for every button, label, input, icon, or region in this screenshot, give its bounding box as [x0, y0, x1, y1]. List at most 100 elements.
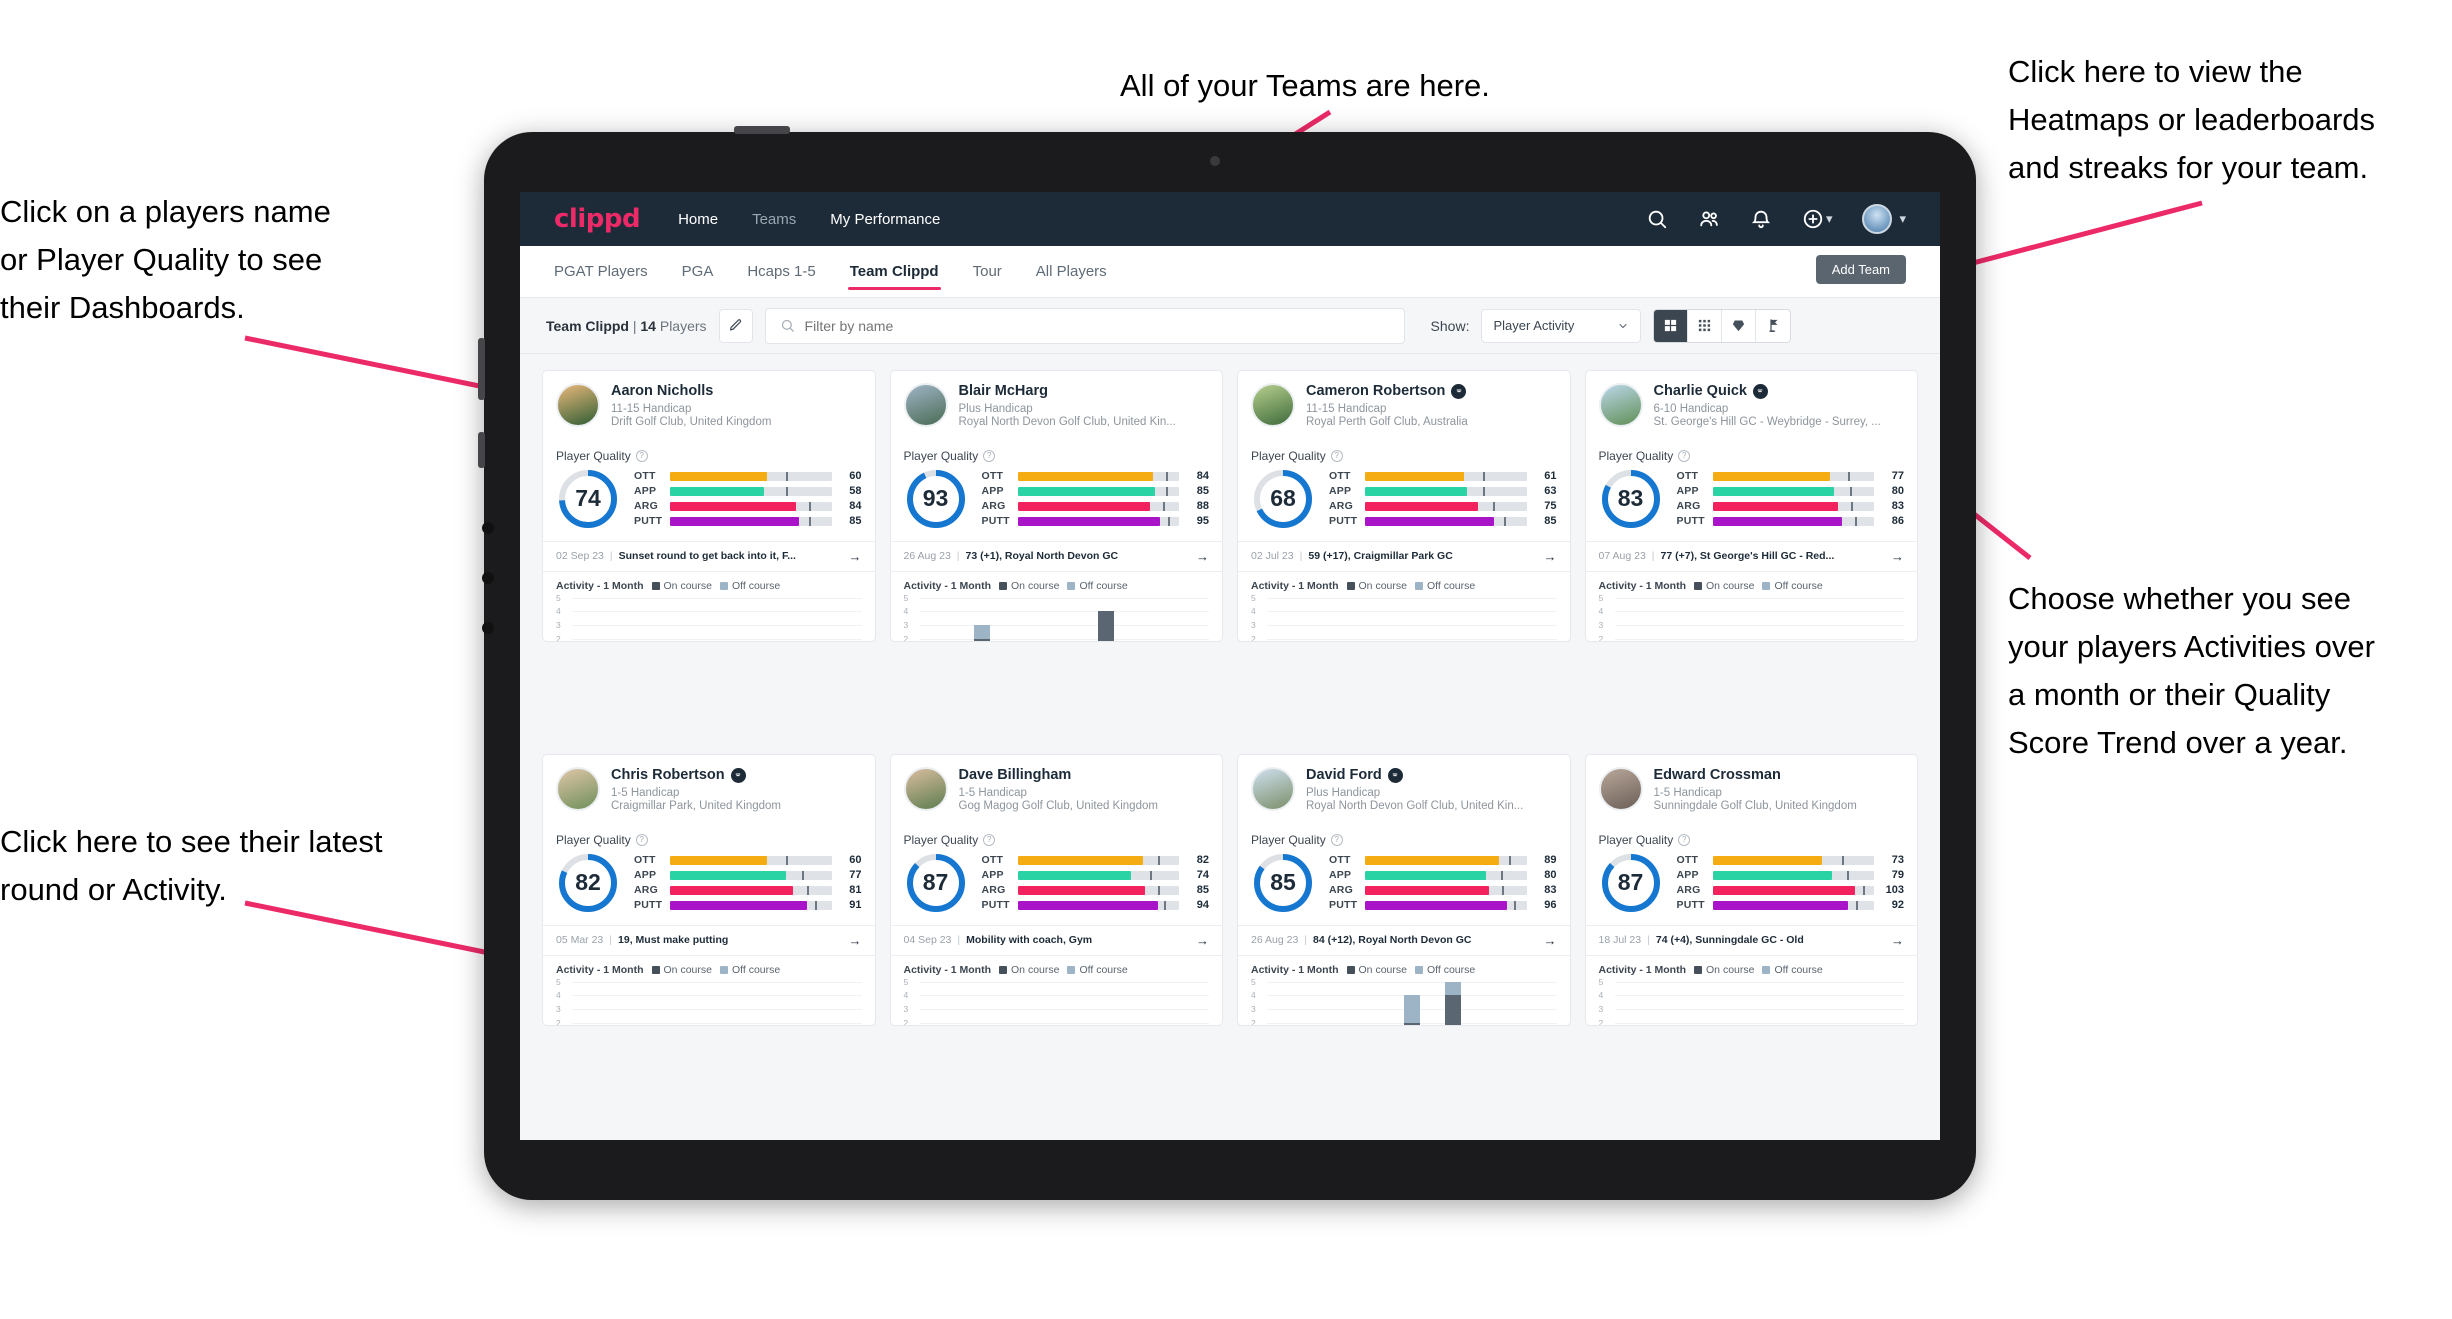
- nav-link-home[interactable]: Home: [678, 211, 718, 228]
- quality-ring[interactable]: 87: [1599, 851, 1663, 915]
- arrow-right-icon[interactable]: →: [1885, 549, 1904, 564]
- player-card[interactable]: Blair McHarg Plus Handicap Royal North D…: [889, 370, 1223, 642]
- search-icon[interactable]: [1646, 208, 1668, 230]
- player-header[interactable]: Edward Crossman 1-5 Handicap Sunningdale…: [1586, 755, 1918, 824]
- quality-ring[interactable]: 82: [556, 851, 620, 915]
- player-quality-title[interactable]: Player Quality ?: [543, 824, 875, 849]
- latest-round-row[interactable]: 04 Sep 23 | Mobility with coach, Gym →: [890, 924, 1222, 956]
- grid-large-icon[interactable]: [1654, 309, 1689, 342]
- help-icon[interactable]: ?: [1678, 449, 1691, 462]
- player-name[interactable]: Edward Crossman: [1654, 767, 1905, 784]
- help-icon[interactable]: ?: [1330, 449, 1343, 462]
- player-avatar[interactable]: [1598, 767, 1643, 811]
- player-avatar[interactable]: [1598, 383, 1643, 427]
- flag-icon[interactable]: [1756, 310, 1790, 342]
- player-quality-title[interactable]: Player Quality ?: [891, 824, 1223, 849]
- player-quality-title[interactable]: Player Quality ?: [1238, 440, 1570, 465]
- player-card[interactable]: Charlie Quick 6-10 Handicap St. George's…: [1584, 370, 1918, 642]
- clippd-logo[interactable]: clippd: [554, 204, 641, 234]
- nav-link-my-performance[interactable]: My Performance: [830, 211, 940, 228]
- player-name[interactable]: Blair McHarg: [959, 383, 1210, 400]
- metric-value: 83: [1544, 884, 1557, 897]
- help-icon[interactable]: ?: [983, 449, 996, 462]
- tab-pga[interactable]: PGA: [682, 249, 714, 294]
- player-card[interactable]: Aaron Nicholls 11-15 Handicap Drift Golf…: [542, 370, 876, 642]
- tab-pgat-players[interactable]: PGAT Players: [554, 249, 648, 294]
- player-header[interactable]: Charlie Quick 6-10 Handicap St. George's…: [1586, 371, 1918, 440]
- player-quality-title[interactable]: Player Quality ?: [891, 440, 1223, 465]
- latest-round-row[interactable]: 18 Jul 23 | 74 (+4), Sunningdale GC - Ol…: [1585, 924, 1917, 956]
- arrow-right-icon[interactable]: →: [1885, 933, 1904, 948]
- help-icon[interactable]: ?: [635, 833, 648, 846]
- player-card[interactable]: Edward Crossman 1-5 Handicap Sunningdale…: [1584, 754, 1918, 1026]
- player-header[interactable]: Dave Billingham 1-5 Handicap Gog Magog G…: [891, 755, 1223, 824]
- arrow-right-icon[interactable]: →: [843, 549, 862, 564]
- player-name[interactable]: Aaron Nicholls: [611, 383, 862, 400]
- player-header[interactable]: Cameron Robertson 11-15 Handicap Royal P…: [1238, 371, 1570, 440]
- tab-hcaps-1-5[interactable]: Hcaps 1-5: [747, 249, 815, 294]
- latest-round-row[interactable]: 26 Aug 23 | 84 (+12), Royal North Devon …: [1238, 924, 1570, 956]
- diamond-icon[interactable]: [1722, 309, 1757, 342]
- latest-round-row[interactable]: 05 Mar 23 | 19, Must make putting →: [543, 924, 875, 956]
- player-avatar[interactable]: [1251, 383, 1295, 427]
- arrow-right-icon[interactable]: →: [1190, 933, 1209, 948]
- tab-tour[interactable]: Tour: [973, 249, 1002, 294]
- arrow-right-icon[interactable]: →: [1538, 933, 1557, 948]
- player-quality-title[interactable]: Player Quality ?: [543, 440, 875, 465]
- player-name[interactable]: Cameron Robertson: [1306, 383, 1557, 400]
- player-card[interactable]: David Ford Plus Handicap Royal North Dev…: [1237, 754, 1571, 1026]
- player-header[interactable]: Blair McHarg Plus Handicap Royal North D…: [891, 371, 1223, 440]
- arrow-right-icon[interactable]: →: [843, 933, 862, 948]
- grid-small-icon[interactable]: [1688, 309, 1723, 342]
- player-quality-title[interactable]: Player Quality ?: [1586, 824, 1918, 849]
- player-avatar[interactable]: [903, 767, 948, 811]
- add-menu[interactable]: ▾: [1802, 208, 1832, 230]
- player-header[interactable]: Chris Robertson 1-5 Handicap Craigmillar…: [543, 755, 875, 824]
- search-input[interactable]: [804, 317, 1390, 334]
- nav-link-teams[interactable]: Teams: [752, 211, 796, 228]
- player-name[interactable]: Dave Billingham: [959, 767, 1210, 784]
- player-header[interactable]: Aaron Nicholls 11-15 Handicap Drift Golf…: [543, 371, 875, 440]
- player-quality-title[interactable]: Player Quality ?: [1238, 824, 1570, 849]
- show-select[interactable]: Player Activity: [1481, 308, 1642, 343]
- arrow-right-icon[interactable]: →: [1190, 549, 1209, 564]
- help-icon[interactable]: ?: [1678, 833, 1691, 846]
- player-avatar[interactable]: [903, 383, 948, 427]
- quality-ring[interactable]: 74: [556, 467, 620, 531]
- player-card[interactable]: Dave Billingham 1-5 Handicap Gog Magog G…: [889, 754, 1223, 1026]
- help-icon[interactable]: ?: [983, 833, 996, 846]
- bell-icon[interactable]: [1750, 208, 1772, 230]
- player-card[interactable]: Cameron Robertson 11-15 Handicap Royal P…: [1237, 370, 1571, 642]
- quality-ring[interactable]: 83: [1599, 467, 1663, 531]
- help-icon[interactable]: ?: [1330, 833, 1343, 846]
- player-name[interactable]: Chris Robertson: [611, 767, 862, 784]
- player-name[interactable]: Charlie Quick: [1654, 383, 1905, 400]
- player-quality-title[interactable]: Player Quality ?: [1586, 440, 1918, 465]
- latest-round-row[interactable]: 07 Aug 23 | 77 (+7), St George's Hill GC…: [1585, 540, 1917, 572]
- profile-menu[interactable]: ▾: [1862, 204, 1906, 234]
- latest-round-row[interactable]: 02 Jul 23 | 59 (+17), Craigmillar Park G…: [1238, 540, 1570, 572]
- tab-team-clippd[interactable]: Team Clippd: [847, 249, 941, 294]
- search-container[interactable]: [764, 307, 1405, 344]
- latest-round-row[interactable]: 26 Aug 23 | 73 (+1), Royal North Devon G…: [890, 540, 1222, 572]
- latest-round-row[interactable]: 02 Sep 23 | Sunset round to get back int…: [543, 540, 875, 572]
- help-icon[interactable]: ?: [635, 449, 648, 462]
- quality-ring[interactable]: 87: [904, 851, 968, 915]
- player-header[interactable]: David Ford Plus Handicap Royal North Dev…: [1238, 755, 1570, 824]
- people-icon[interactable]: [1698, 208, 1720, 230]
- plus-circle-icon[interactable]: [1802, 208, 1824, 230]
- quality-ring[interactable]: 68: [1251, 467, 1315, 531]
- player-avatar[interactable]: [1251, 767, 1295, 811]
- player-card[interactable]: Chris Robertson 1-5 Handicap Craigmillar…: [542, 754, 876, 1026]
- player-avatar[interactable]: [556, 767, 600, 811]
- edit-team-button[interactable]: [718, 308, 753, 343]
- tab-all-players[interactable]: All Players: [1036, 249, 1107, 294]
- quality-ring[interactable]: 93: [904, 467, 968, 531]
- arrow-right-icon[interactable]: →: [1538, 549, 1557, 564]
- quality-ring[interactable]: 85: [1251, 851, 1315, 915]
- view-mode-toggle[interactable]: [1653, 308, 1792, 343]
- avatar[interactable]: [1862, 204, 1893, 234]
- player-name[interactable]: David Ford: [1306, 767, 1557, 784]
- player-avatar[interactable]: [556, 383, 600, 427]
- add-team-button[interactable]: Add Team: [1815, 255, 1906, 284]
